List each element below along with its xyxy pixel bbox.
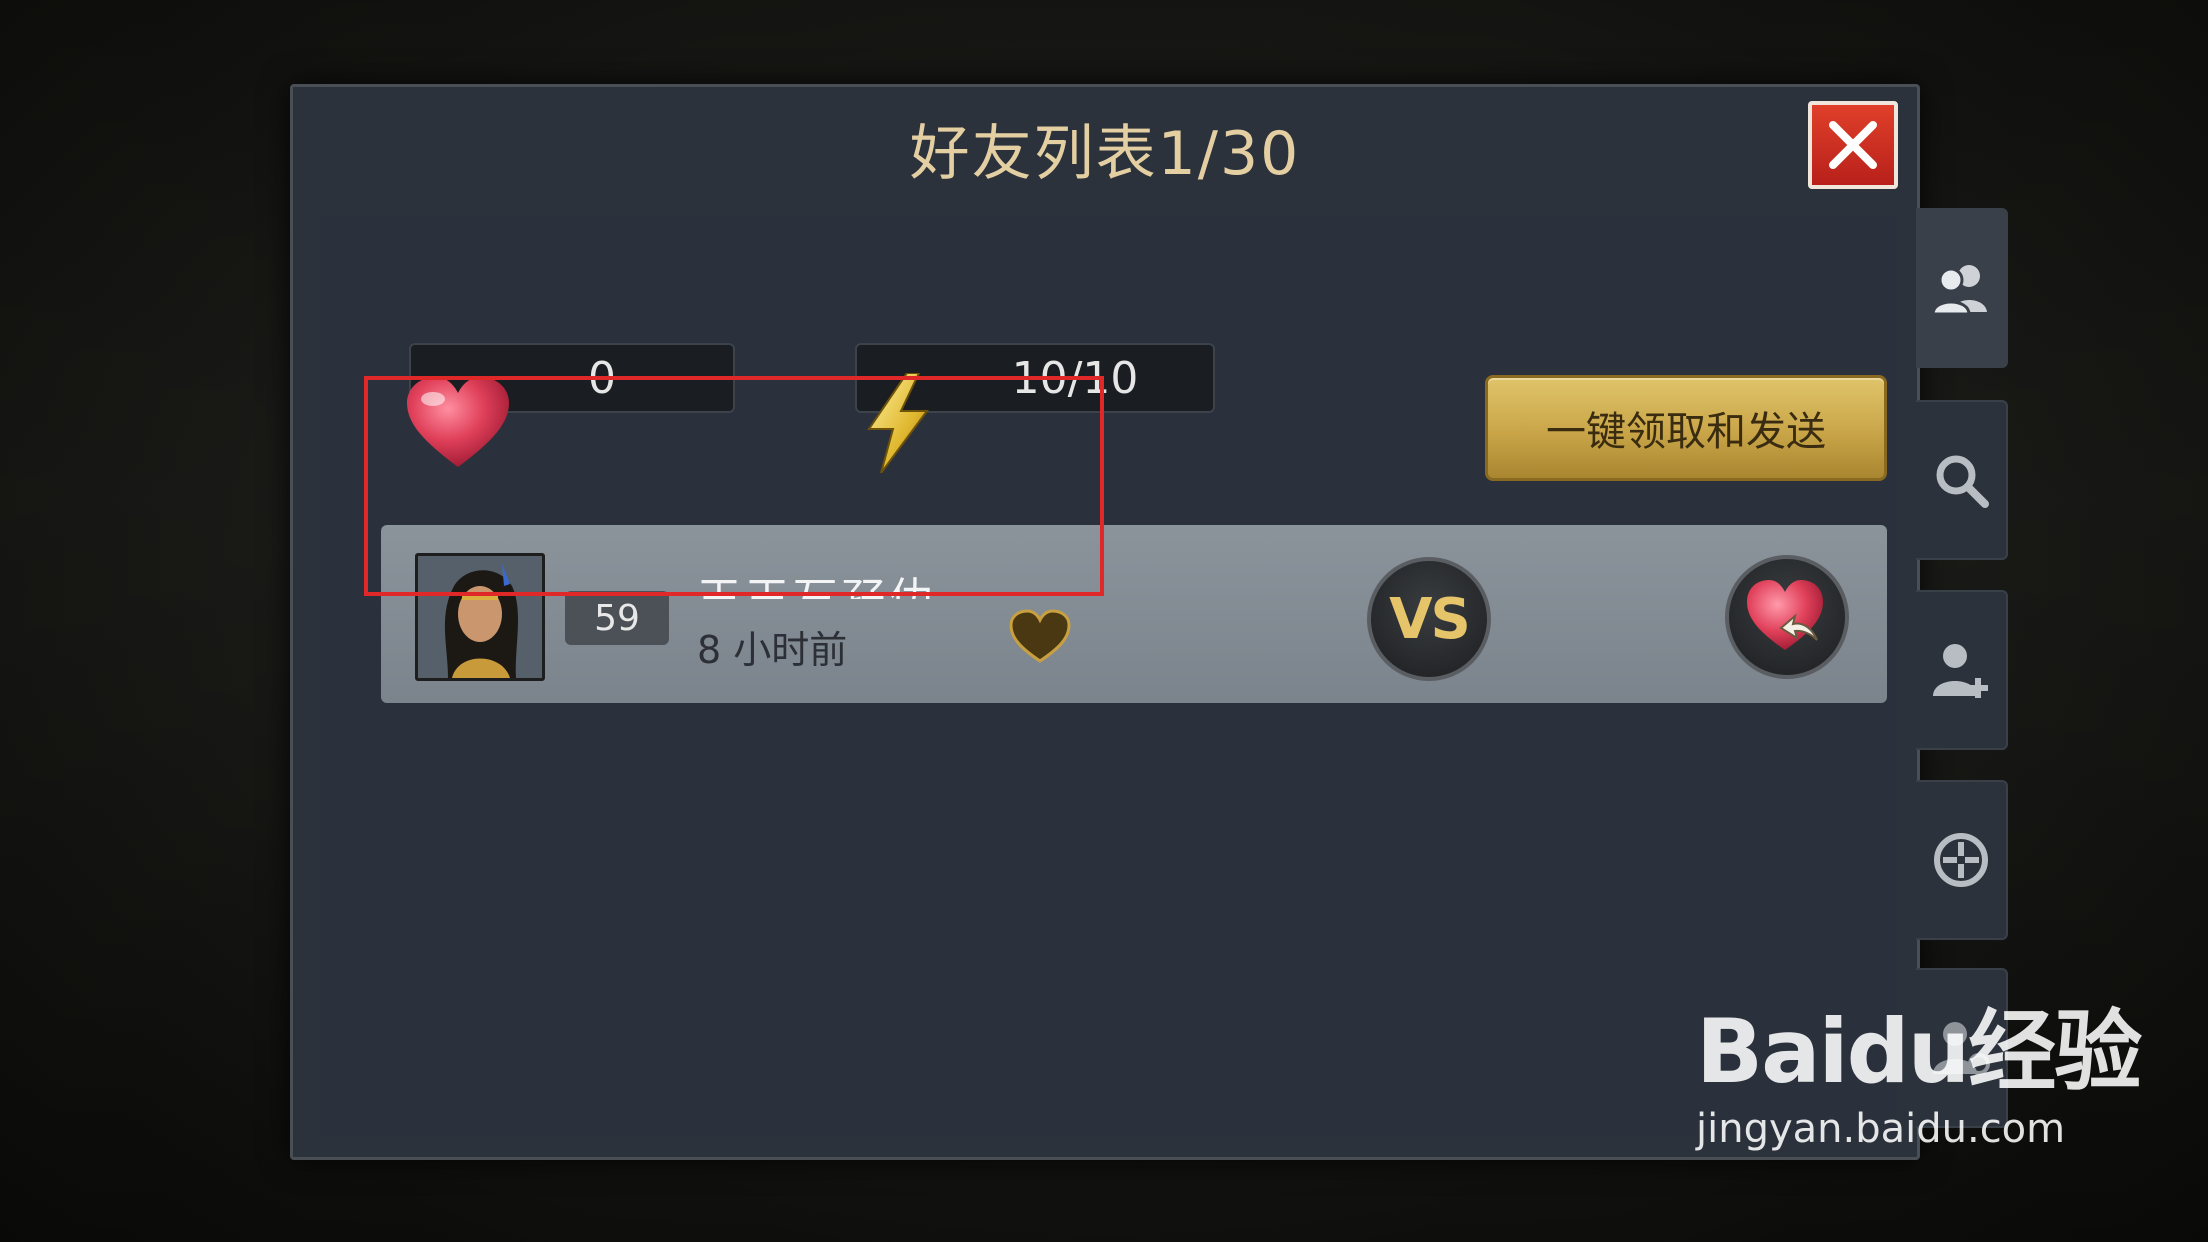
content-panel: 0 10/10 一键领取和发送 59 8 小时前 VS: [321, 215, 1897, 1135]
tab-search[interactable]: [1916, 400, 2008, 560]
close-button[interactable]: [1808, 101, 1898, 189]
crosshair-icon: [1934, 833, 1988, 887]
claim-and-send-all-button[interactable]: 一键领取和发送: [1485, 375, 1887, 481]
watermark-logo: Baidu经验: [1696, 1000, 2142, 1103]
highlight-box: [364, 376, 1104, 596]
friend-last-seen: 8 小时前: [697, 628, 848, 672]
dialog-title: 好友列表1/30: [909, 119, 1301, 189]
close-icon: [1829, 121, 1877, 169]
tab-friends[interactable]: [1916, 208, 2008, 368]
tab-crosshair[interactable]: [1916, 780, 2008, 940]
friend-level-badge: 59: [565, 591, 669, 645]
search-icon: [1936, 455, 1989, 508]
send-heart-button[interactable]: [1725, 555, 1849, 679]
friends-icon: [1931, 265, 1987, 316]
baidu-watermark: Baidu经验 jingyan.baidu.com: [1696, 1000, 2142, 1153]
received-heart-icon: [1009, 609, 1071, 663]
return-heart-icon: [1747, 580, 1823, 650]
friend-list-dialog: 好友列表1/30 0 10/10 一键领取和发送 59 8 小时前 VS: [290, 84, 1920, 1160]
tab-add-friend[interactable]: [1916, 590, 2008, 750]
add-friend-icon: [1933, 644, 1988, 698]
vs-battle-button[interactable]: VS: [1367, 557, 1491, 681]
watermark-url: jingyan.baidu.com: [1696, 1106, 2066, 1152]
